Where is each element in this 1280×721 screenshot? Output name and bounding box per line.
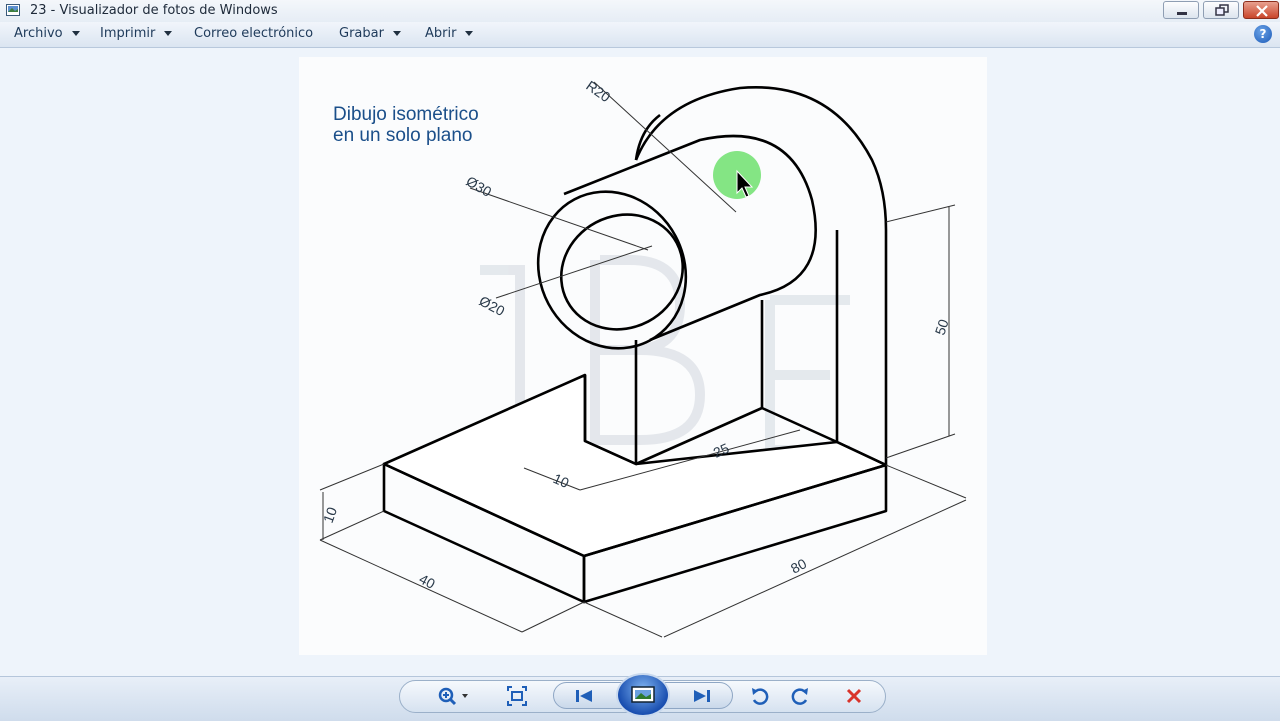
menu-imprimir[interactable]: Imprimir — [100, 26, 173, 41]
menu-grabar-label: Grabar — [339, 26, 384, 41]
menu-archivo[interactable]: Archivo — [14, 26, 80, 41]
rotate-right-icon[interactable] — [789, 685, 811, 707]
displayed-image — [299, 57, 987, 655]
menu-imprimir-label: Imprimir — [100, 26, 156, 41]
next-icon[interactable] — [690, 685, 714, 707]
slideshow-button[interactable] — [616, 673, 670, 717]
chevron-down-icon — [465, 31, 474, 36]
window-title: 23 - Visualizador de fotos de Windows — [30, 3, 278, 18]
delete-icon[interactable] — [843, 685, 865, 707]
minimize-icon — [1177, 12, 1187, 15]
photo-viewer-app-icon — [6, 4, 20, 16]
menu-abrir-label: Abrir — [425, 26, 457, 41]
rotate-left-icon[interactable] — [749, 685, 771, 707]
close-button[interactable] — [1243, 1, 1279, 19]
slideshow-icon — [631, 686, 655, 703]
restore-icon — [1215, 4, 1229, 16]
drawing-title: Dibujo isométrico en un solo plano — [333, 104, 479, 146]
menu-correo[interactable]: Correo electrónico — [194, 26, 313, 41]
chevron-down-icon — [392, 31, 401, 36]
menu-abrir[interactable]: Abrir — [425, 26, 474, 41]
menu-correo-label: Correo electrónico — [194, 26, 314, 41]
zoom-icon[interactable] — [434, 685, 474, 707]
chevron-down-icon — [164, 31, 173, 36]
menu-bar: Archivo Imprimir Correo electrónico Grab… — [0, 22, 1280, 48]
chevron-down-icon — [71, 31, 80, 36]
close-icon — [1256, 5, 1268, 17]
help-icon[interactable]: ? — [1254, 25, 1272, 43]
fit-window-icon[interactable] — [506, 685, 528, 707]
previous-icon[interactable] — [572, 685, 596, 707]
title-bar: 23 - Visualizador de fotos de Windows — [0, 0, 1280, 22]
menu-grabar[interactable]: Grabar — [339, 26, 401, 41]
minimize-button[interactable] — [1163, 1, 1199, 19]
restore-button[interactable] — [1203, 1, 1239, 19]
menu-archivo-label: Archivo — [14, 26, 63, 41]
